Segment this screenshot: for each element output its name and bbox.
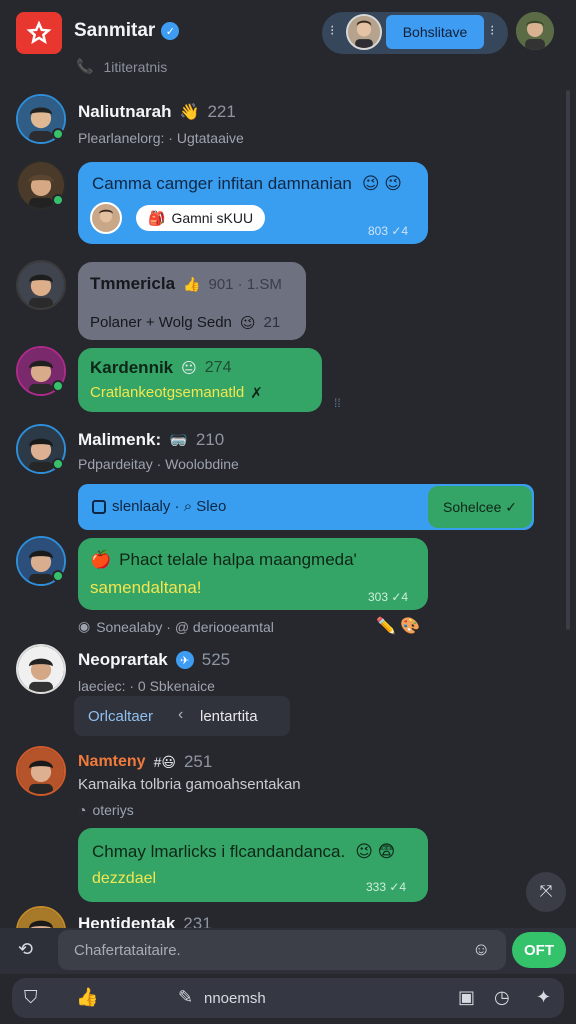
message-count: 525 [201,650,231,669]
message-meta-row: ◔ oteriys [78,802,134,818]
emoji-picker-icon[interactable]: ☺ [472,940,490,958]
tab-mention[interactable]: lentartita [200,708,258,725]
message-text-row: Chmay lmarlicks i flcandandanca. 😉 😨 [92,842,395,862]
sender-name[interactable]: Namteny [78,753,146,771]
online-status-icon [52,458,64,470]
message-text-secondary: samendaltana! [90,578,202,597]
online-status-icon [52,194,64,206]
message-timestamp: 303 ✓4 [368,590,409,604]
message-input[interactable]: Chafertataitaire. [58,930,506,970]
message-timestamp: 333 ✓4 [366,880,407,894]
app-logo[interactable] [16,12,62,54]
action-bar-left[interactable]: slenlaaly · ⌕ Sleo [92,498,226,515]
dots-icon: ⁞⁞ [334,396,341,410]
message-header: Namteny #😃 251 [78,752,212,772]
shield-icon[interactable]: ⛉ [24,988,38,1006]
checkbox-icon[interactable] [92,499,106,514]
online-status-icon [52,380,64,392]
gallery-icon[interactable]: ▣ [458,988,475,1006]
more-left-icon[interactable]: ⁝ [330,22,334,39]
phone-icon: 📞 [76,58,94,74]
bag-icon: 🎒 [148,209,166,226]
send-button[interactable]: OFT [512,932,566,968]
message-text: Cratlankeotgsemanatld [90,384,245,401]
emoji-icon: 😐 [181,360,197,377]
message-text: Phact telale halpa maangmeda' [119,550,357,569]
message-header: Kardennik 😐 274 [90,358,231,378]
wave-emoji-icon: 👋 [179,104,200,121]
message-text-secondary: dezzdael [92,870,157,887]
message-text: Chmay lmarlicks i flcandandanca. [92,842,346,861]
message-tail: 21 [263,314,281,331]
online-status-icon [52,128,64,140]
avatar[interactable] [16,644,66,694]
message-timestamp: 803 ✓4 [368,224,409,238]
thumbs-up-icon[interactable]: 👍 [76,988,98,1006]
cross-icon: ✗ [250,385,263,402]
chat-title[interactable]: Sanmitar ✓ [74,20,180,42]
sender-name[interactable]: Tmmericla [90,274,175,294]
plane-icon: ✈ [175,651,194,669]
action-bar-right-button[interactable]: Sohelcee ✓ [428,486,532,528]
sparkle-icon[interactable]: ✦ [536,988,551,1006]
message-count: 901 · 1.SM [208,275,282,293]
goggles-emoji-icon: 🥽 [169,432,188,449]
more-right-icon[interactable]: ⁝ [490,22,494,39]
thumbs-up-icon: 👍 [183,275,201,292]
message-header: Malimenk: 🥽 210 [78,430,224,450]
message-text: Kamaika tolbria gamoahsentakan [78,776,301,793]
message-text-row: Cratlankeotgsemanatld ✗ [90,384,263,402]
verified-badge-icon: ✓ [161,22,180,40]
chevron-left-icon[interactable]: ‹ [178,706,183,724]
sender-name[interactable]: Neoprartak [78,650,168,670]
scroll-down-button[interactable]: ⤧ [526,872,566,912]
emoji-icon: #😃 [153,753,176,770]
clock-icon: ◔ [78,802,87,818]
feather-icon[interactable]: ✎ [178,988,193,1006]
message-text-row: Polaner + Wolg Sedn 😉 21 [90,314,280,332]
sender-name[interactable]: Naliutnarah [78,102,172,122]
message-meta: Plearlanelorg: · Ugtataaive [78,130,244,146]
message-count: 210 [195,430,225,449]
message-meta: laeciec: · 0 Sbkenaice [78,678,215,694]
apple-emoji-icon: 🍎 [90,550,112,569]
at-icon: ◉ [78,618,91,634]
avatar[interactable] [16,260,66,310]
mention-avatar[interactable] [90,202,122,234]
user-avatar[interactable] [516,12,554,50]
message-header: Tmmericla 👍 901 · 1.SM [90,274,282,294]
message-text: Polaner + Wolg Sedn [90,314,232,331]
message-text: Camma camger infitan damnanian [92,174,352,193]
clock-icon[interactable]: ◷ [494,988,510,1006]
sender-name[interactable]: Malimenk: [78,430,161,450]
tab-reply[interactable]: Orlcaltaer [88,708,153,725]
message-count: 251 [183,752,213,771]
online-status-icon [52,570,64,582]
sender-name[interactable]: Kardennik [90,358,173,378]
avatar[interactable] [16,746,66,796]
scrollbar[interactable] [566,90,570,630]
star-icon [26,20,52,45]
attachment-pill[interactable]: 🎒 Gamni sKUU [136,205,266,231]
message-header: Neoprartak ✈ 525 [78,650,230,670]
attach-icon[interactable]: ⟲ [18,940,33,958]
reaction-icons[interactable]: ✏️ 🎨 [376,616,420,636]
message-meta: Pdpardeitay · Woolobdine [78,456,239,472]
bottom-label[interactable]: nnoemsh [204,990,266,1007]
emoji-icon: 😉 😉 [361,174,403,193]
message-count: 274 [204,359,232,376]
message-meta-row: ◉ Sonealaby · @ deriooeamtal [78,618,274,635]
header-action-button[interactable]: Bohslitave [386,15,484,49]
emoji-icon: 😉 😨 [355,842,396,861]
header-avatar[interactable] [346,14,382,50]
chat-subtitle: 📞 1ititeratnis [76,58,168,75]
message-header: Naliutnarah 👋 221 [78,102,236,122]
emoji-icon: 😉 [239,315,256,332]
message-text-row: 🍎 Phact telale halpa maangmeda' [90,550,357,570]
message-count: 221 [207,102,236,121]
message-text-row: Camma camger infitan damnanian 😉 😉 [92,174,402,194]
